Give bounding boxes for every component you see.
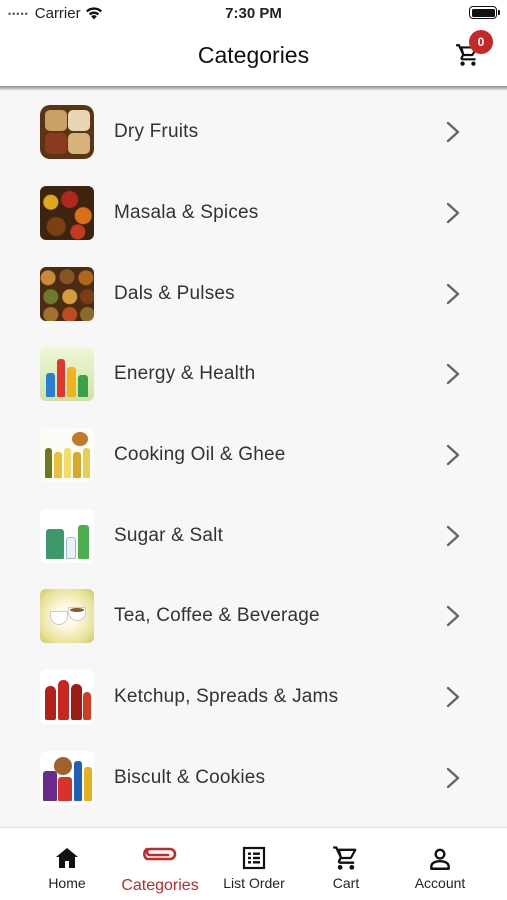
bottom-nav: Home Categories List Order Cart Account — [0, 828, 507, 900]
category-label: Biscult & Cookies — [114, 766, 266, 788]
sugar-salt-thumbnail — [40, 508, 94, 563]
nav-label: Categories — [121, 877, 199, 894]
category-item-masala-spices[interactable]: Masala & Spices — [0, 173, 507, 254]
dry-fruits-thumbnail — [40, 105, 94, 160]
category-item-cooking-oil-ghee[interactable]: Cooking Oil & Ghee — [0, 415, 507, 496]
account-icon — [430, 848, 450, 870]
signal-icon: ••••• — [8, 8, 29, 19]
category-item-ketchup-spreads-jams[interactable]: Ketchup, Spreads & Jams — [0, 657, 507, 738]
category-label: Sugar & Salt — [114, 524, 224, 546]
header-cart-button[interactable]: 0 — [447, 28, 495, 74]
chevron-right-icon — [446, 364, 460, 385]
category-label: Dals & Pulses — [114, 282, 235, 304]
home-icon — [56, 848, 78, 868]
dals-pulses-thumbnail — [40, 266, 94, 321]
chevron-right-icon — [446, 444, 460, 466]
nav-item-list-order[interactable]: List Order — [212, 828, 296, 900]
status-bar: ••••• Carrier 7:30 PM — [0, 0, 507, 26]
nav-item-cart[interactable]: Cart — [306, 828, 386, 900]
category-item-biscuit-cookies[interactable]: Biscult & Cookies — [0, 738, 507, 819]
masala-spices-thumbnail — [40, 186, 94, 241]
nav-label: Home — [48, 875, 86, 891]
wifi-icon — [85, 7, 102, 20]
category-label: Cooking Oil & Ghee — [114, 444, 286, 466]
nav-label: List Order — [223, 875, 285, 891]
page-title: Categories — [197, 42, 310, 68]
chevron-right-icon — [446, 283, 460, 304]
nav-item-home[interactable]: Home — [27, 828, 107, 900]
category-label: Dry Fruits — [114, 121, 199, 143]
category-list: Dry Fruits Masala & Spices Dals & Pulses… — [0, 92, 507, 828]
category-label: Energy & Health — [114, 363, 256, 385]
category-item-tea-coffee-beverage[interactable]: Tea, Coffee & Beverage — [0, 576, 507, 657]
cart-badge: 0 — [469, 30, 493, 54]
category-item-energy-health[interactable]: Energy & Health — [0, 334, 507, 415]
nav-item-account[interactable]: Account — [396, 828, 484, 900]
ketchup-spreads-jams-thumbnail — [40, 670, 94, 725]
list-order-icon — [242, 846, 266, 870]
category-label: Tea, Coffee & Beverage — [114, 605, 320, 627]
nav-label: Cart — [332, 875, 360, 891]
app-header: Categories 0 — [0, 26, 507, 86]
category-label: Masala & Spices — [114, 202, 259, 224]
category-item-dry-fruits[interactable]: Dry Fruits — [0, 92, 507, 173]
category-label: Ketchup, Spreads & Jams — [114, 686, 339, 708]
chevron-right-icon — [446, 525, 460, 546]
chevron-right-icon — [446, 122, 460, 143]
chevron-right-icon — [446, 606, 460, 627]
chevron-right-icon — [446, 767, 460, 789]
carrier-label: Carrier — [34, 5, 81, 22]
nav-item-categories[interactable]: Categories — [110, 828, 210, 900]
paperclip-icon — [143, 847, 177, 861]
energy-health-thumbnail — [40, 347, 94, 402]
chevron-right-icon — [446, 202, 460, 224]
nav-label: Account — [414, 875, 466, 891]
cart-icon — [333, 846, 357, 870]
header-divider — [0, 86, 507, 91]
category-item-dals-pulses[interactable]: Dals & Pulses — [0, 253, 507, 334]
category-item-sugar-salt[interactable]: Sugar & Salt — [0, 495, 507, 576]
tea-coffee-beverage-thumbnail — [40, 589, 94, 644]
battery-icon — [469, 6, 500, 19]
chevron-right-icon — [446, 686, 460, 708]
status-bar-carrier: ••••• Carrier — [8, 5, 103, 22]
cooking-oil-ghee-thumbnail — [40, 428, 94, 483]
biscuit-cookies-thumbnail — [40, 750, 94, 805]
